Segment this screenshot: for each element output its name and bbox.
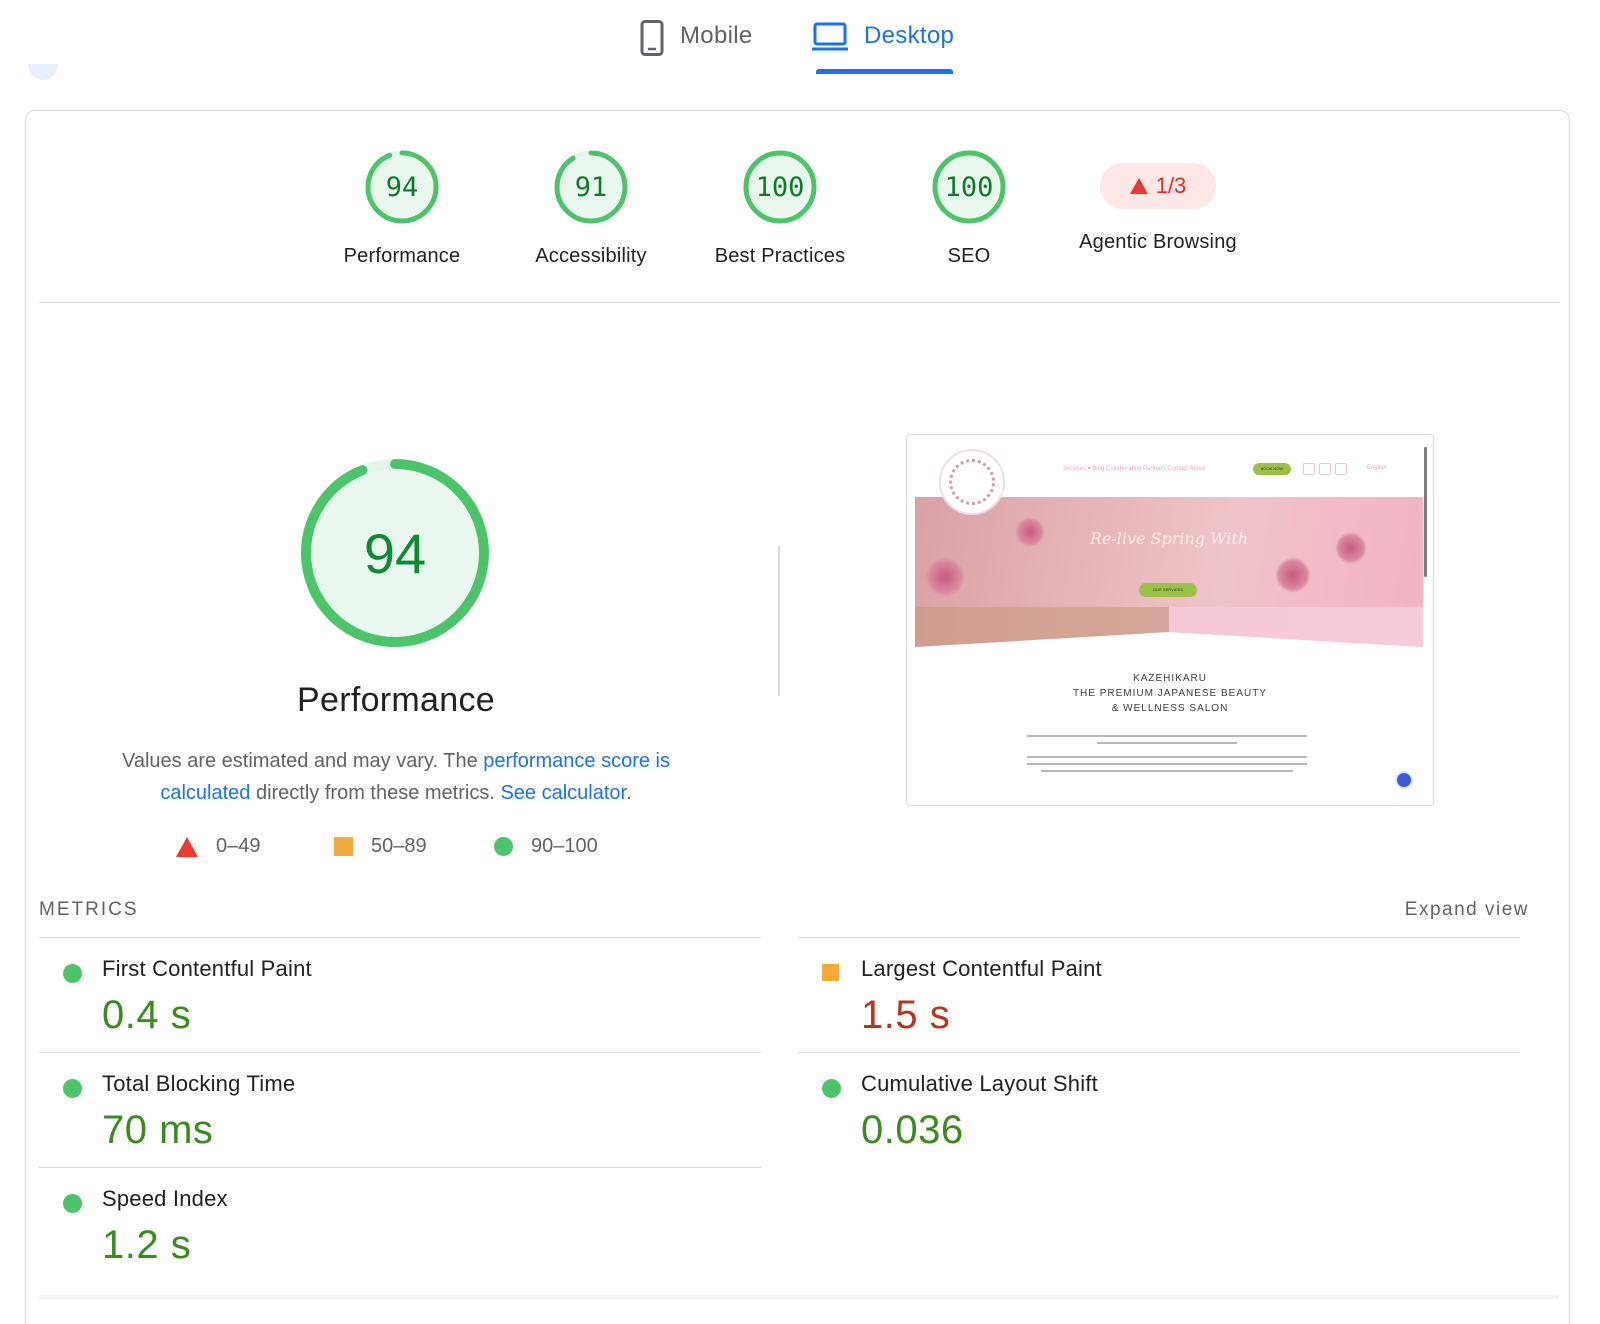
tab-desktop[interactable]: Desktop [812,14,954,74]
orange-square-icon [822,964,839,981]
thumb-heading-line: KAZEHIKARU [1133,673,1207,684]
red-triangle-icon [176,836,198,857]
metric-speed-index: Speed Index 1.2 s [39,1167,761,1282]
metric-name: First Contentful Paint [102,956,312,981]
vertical-divider [778,546,780,696]
legend-fail: 0–49 [176,835,261,858]
metric-value: 0.036 [861,1108,964,1152]
tab-mobile[interactable]: Mobile [640,14,753,74]
orange-square-icon [334,837,353,856]
thumb-social-icons [1303,463,1347,475]
gauge-label: Accessibility [535,245,647,267]
score-ring: 100 [932,150,1006,224]
divider [39,1295,1559,1299]
score-text: 94 [386,172,419,203]
legend-range: 0–49 [216,835,261,857]
performance-score-text: 94 [364,522,426,585]
agentic-score: 1/3 [1155,173,1187,198]
legend-pass: 90–100 [494,835,598,858]
metric-value: 70 ms [102,1108,214,1152]
metrics-heading: METRICS [39,899,139,920]
gauge-label: Performance [343,245,461,267]
metric-first-contentful-paint: First Contentful Paint 0.4 s [39,937,761,1052]
tab-desktop-label: Desktop [864,22,955,49]
thumb-heading-line: & WELLNESS SALON [1111,703,1229,714]
gauge-label: Best Practices [714,245,846,267]
metric-value: 1.2 s [102,1223,192,1267]
thumb-logo [939,449,1005,515]
instagram-icon [1303,463,1315,475]
thumb-hero-title: Re-live Spring With [1089,529,1249,548]
thumb-heading-line: THE PREMIUM JAPANESE BEAUTY [1072,688,1268,699]
green-circle-icon [494,837,513,856]
metric-total-blocking-time: Total Blocking Time 70 ms [39,1052,761,1167]
green-circle-icon [63,964,82,983]
thumb-nav-links: Services ▾ Blog Collaborating Partners C… [1063,466,1206,472]
gauge-seo[interactable]: 100 SEO [889,147,1049,268]
metric-name: Largest Contentful Paint [861,956,1102,981]
gauge-agentic-browsing[interactable]: 1/3 Agentic Browsing [1078,147,1238,254]
metric-value: 1.5 s [861,993,951,1037]
divider [39,302,1559,303]
final-screenshot[interactable]: Services ▾ Blog Collaborating Partners C… [906,434,1434,806]
green-circle-icon [63,1079,82,1098]
gauge-performance[interactable]: 94 Performance [322,147,482,268]
metric-name: Total Blocking Time [102,1071,296,1096]
category-gauges: 94 Performance 91 Accessibility 100 Best… [26,111,1569,303]
phone-icon [640,20,664,56]
thumb-paragraph [1027,735,1307,777]
thumb-book-button: BOOK NOW [1253,463,1291,475]
tab-mobile-label: Mobile [680,22,753,49]
metric-value: 0.4 s [102,993,192,1037]
score-ring: 100 [743,150,817,224]
see-calculator-link[interactable]: See calculator [500,782,626,804]
thumb-scrollbar [1424,447,1427,577]
green-circle-icon [63,1194,82,1213]
score-legend: 0–49 50–89 90–100 [176,835,656,865]
favicon-partial [28,64,58,80]
score-text: 91 [575,172,608,203]
gauge-label: SEO [947,245,991,267]
laptop-icon [812,22,848,51]
score-ring: 94 [365,150,439,224]
green-circle-icon [822,1079,841,1098]
performance-gauge-large: 94 [301,459,489,647]
desc-text: Values are estimated and may vary. The [121,750,484,772]
score-text: 100 [756,172,805,203]
thumb-heading: KAZEHIKARU THE PREMIUM JAPANESE BEAUTY &… [907,671,1433,716]
legend-range: 50–89 [371,835,427,857]
device-tabs: Mobile Desktop [0,0,1600,80]
performance-description: Values are estimated and may vary. The p… [106,745,686,809]
gauge-best-practices[interactable]: 100 Best Practices [700,147,860,268]
performance-title: Performance [297,681,495,719]
report-card: 94 Performance 91 Accessibility 100 Best… [25,110,1570,1324]
legend-range: 90–100 [531,835,598,857]
active-tab-indicator [816,69,953,74]
gauge-label: Agentic Browsing [1079,231,1237,253]
thumb-language: English [1367,465,1387,471]
url-row-partial [28,60,228,84]
agentic-score-pill: 1/3 [1100,163,1216,209]
thumb-hero-banner: Re-live Spring With OUR SERVICES [915,497,1423,647]
warning-triangle-icon [1129,178,1148,194]
gauge-accessibility[interactable]: 91 Accessibility [511,147,671,268]
metric-name: Cumulative Layout Shift [861,1071,1098,1096]
score-ring: 91 [554,150,628,224]
desc-text: . [626,782,632,804]
metric-largest-contentful-paint: Largest Contentful Paint 1.5 s [798,937,1520,1052]
score-text: 100 [945,172,994,203]
tiktok-icon [1335,463,1347,475]
metric-cumulative-layout-shift: Cumulative Layout Shift 0.036 [798,1052,1520,1167]
metric-name: Speed Index [102,1186,228,1211]
legend-average: 50–89 [334,835,427,858]
expand-view-toggle[interactable]: Expand view [1405,899,1529,921]
desc-text: directly from these metrics. [250,782,501,804]
thumb-hero-button: OUR SERVICES [1139,583,1197,597]
thumb-chat-button [1395,771,1413,789]
facebook-icon [1319,463,1331,475]
